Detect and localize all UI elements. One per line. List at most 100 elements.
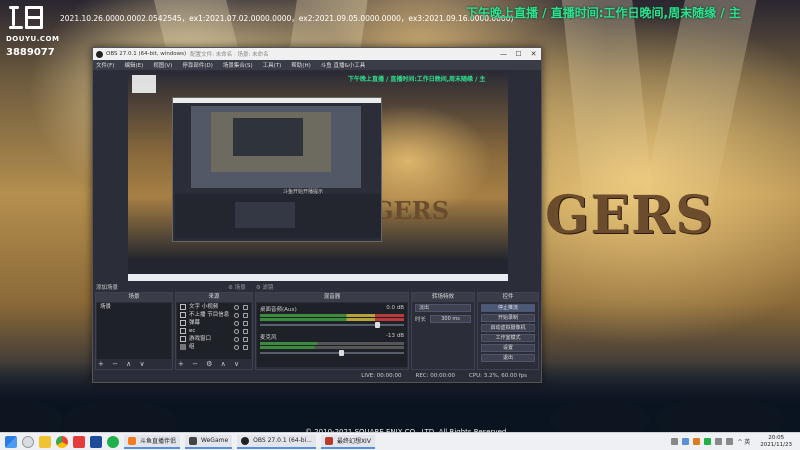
cpu-fps: CPU: 3.2%, 60.00 fps bbox=[468, 373, 527, 379]
room-id: 3889077 bbox=[6, 47, 55, 58]
obs-titlebar[interactable]: OBS 27.0.1 (64-bit, windows) 配置文件: 未命名 ·… bbox=[93, 48, 541, 60]
studio-mode-button[interactable]: 工作室模式 bbox=[481, 334, 535, 342]
text-source-icon bbox=[180, 320, 186, 326]
source-item[interactable]: 文字 小视频 bbox=[177, 303, 251, 311]
controls-dock-title: 控件 bbox=[478, 293, 538, 302]
mixer-channel-level: 0.0 dB bbox=[386, 305, 404, 311]
nested-obs-window: 斗鱼开始开播提示 bbox=[172, 97, 382, 242]
virtual-camera-button[interactable]: 启动虚拟摄像机 bbox=[481, 324, 535, 332]
visibility-eye-icon[interactable] bbox=[234, 312, 239, 318]
rec-timer: REC: 00:00:00 bbox=[415, 373, 455, 379]
lock-icon[interactable] bbox=[243, 336, 248, 342]
source-item[interactable]: ec bbox=[177, 327, 251, 335]
live-timer: LIVE: 00:00:00 bbox=[361, 373, 402, 379]
tray-icon[interactable] bbox=[671, 438, 679, 445]
wechat-icon[interactable] bbox=[107, 435, 119, 448]
network-icon[interactable] bbox=[715, 438, 723, 445]
preview-inner-caption: 斗鱼开始开播提示 bbox=[283, 189, 324, 195]
close-button[interactable]: ✕ bbox=[526, 50, 541, 58]
source-item[interactable]: 弹幕 bbox=[177, 319, 251, 327]
visibility-eye-icon[interactable] bbox=[234, 320, 239, 326]
start-icon[interactable] bbox=[5, 435, 17, 448]
obs-preview-canvas[interactable]: 下午晚上直播 / 直播时间:工作日晚间,周末随缘 / 主 GERS 斗鱼开始开播… bbox=[128, 71, 508, 281]
source-item[interactable]: 游戏窗口 bbox=[177, 335, 251, 343]
lock-icon[interactable] bbox=[243, 328, 248, 334]
tray-icon[interactable] bbox=[693, 438, 701, 445]
nested-douyu-logo bbox=[132, 75, 156, 93]
stop-streaming-button[interactable]: 停止推流 bbox=[481, 304, 535, 312]
search-icon[interactable] bbox=[22, 435, 34, 448]
sources-dock-controls[interactable]: + − ⚙ ∧ ∨ bbox=[178, 360, 242, 368]
scene-toolbar-label: 添加场景 bbox=[96, 284, 119, 291]
mixer-channel: 麦克风 -13 dB bbox=[257, 331, 407, 359]
tray-icon[interactable] bbox=[704, 438, 712, 445]
mixer-dock-title: 混音器 bbox=[256, 293, 408, 302]
douyu-brand: DOUYU.COM bbox=[6, 35, 60, 43]
obs-app-icon bbox=[241, 436, 250, 445]
menu-help[interactable]: 帮助(H) bbox=[291, 61, 310, 69]
source-item[interactable]: 不上播 节目信息 bbox=[177, 311, 251, 319]
source-item[interactable]: 组 bbox=[177, 343, 251, 351]
scene-properties-button[interactable]: ⚙ 场景 bbox=[228, 283, 246, 291]
clock[interactable]: 20:05 2021/11/23 bbox=[760, 435, 792, 449]
version-info-line: 2021.10.26.0000.0002.0542545，ex1:2021.07… bbox=[60, 14, 514, 23]
controls-dock: 控件 停止推流 开始录制 启动虚拟摄像机 工作室模式 设置 退出 bbox=[477, 292, 539, 370]
obs-title-text: OBS 27.0.1 (64-bit, windows) bbox=[106, 51, 187, 57]
folder-icon[interactable] bbox=[39, 435, 51, 448]
app-icon[interactable] bbox=[90, 435, 102, 448]
text-source-icon bbox=[180, 312, 186, 318]
mixer-channel: 桌面音频(Aux) 0.0 dB bbox=[257, 303, 407, 331]
obs-menubar: 文件(F) 编辑(E) 视图(V) 停靠部件(D) 场景集合(S) 工具(T) … bbox=[93, 60, 541, 70]
menu-edit[interactable]: 编辑(E) bbox=[124, 61, 143, 69]
tray-icon[interactable] bbox=[682, 438, 690, 445]
menu-tools[interactable]: 工具(T) bbox=[263, 61, 282, 69]
lock-icon[interactable] bbox=[243, 304, 248, 310]
nested-taskbar bbox=[128, 274, 508, 281]
scenes-dock-controls[interactable]: + − ∧ ∨ bbox=[98, 360, 148, 368]
douyu-app-icon bbox=[128, 436, 136, 445]
menu-scene-collection[interactable]: 场景集合(S) bbox=[223, 61, 253, 69]
transition-duration-label: 时长 bbox=[415, 317, 427, 323]
visibility-eye-icon[interactable] bbox=[234, 344, 239, 350]
input-method[interactable]: ^ 英 bbox=[737, 437, 750, 446]
preview-logo-text: GERS bbox=[373, 196, 450, 225]
maximize-button[interactable]: ☐ bbox=[511, 50, 526, 58]
scene-filters-button[interactable]: ⚙ 滤镜 bbox=[256, 283, 274, 291]
settings-button[interactable]: 设置 bbox=[481, 344, 535, 352]
transition-select[interactable]: 淡出 bbox=[415, 304, 471, 312]
task-ffxiv[interactable]: 最终幻想XIV bbox=[320, 434, 375, 449]
visibility-eye-icon[interactable] bbox=[234, 328, 239, 334]
transitions-dock-title: 转场特效 bbox=[412, 293, 474, 302]
transition-duration-input[interactable]: 300 ms bbox=[430, 315, 471, 323]
lock-icon[interactable] bbox=[243, 344, 248, 350]
lock-icon[interactable] bbox=[243, 320, 248, 326]
menu-view[interactable]: 视图(V) bbox=[153, 61, 172, 69]
app-icon[interactable] bbox=[73, 435, 85, 448]
scenes-dock: 场景 场景 + − ∧ ∨ bbox=[95, 292, 173, 370]
scene-item[interactable]: 场景 bbox=[97, 303, 171, 311]
audio-meter bbox=[260, 318, 404, 321]
transitions-dock: 转场特效 淡出 时长 300 ms bbox=[411, 292, 475, 370]
volume-slider[interactable] bbox=[260, 322, 404, 328]
task-wegame[interactable]: WeGame bbox=[185, 434, 233, 449]
visibility-eye-icon[interactable] bbox=[234, 304, 239, 310]
douyu-overlay: DOUYU.COM 3889077 bbox=[6, 4, 60, 58]
chrome-icon[interactable] bbox=[56, 435, 68, 448]
clock-date: 2021/11/23 bbox=[760, 441, 792, 448]
visibility-eye-icon[interactable] bbox=[234, 336, 239, 342]
start-recording-button[interactable]: 开始录制 bbox=[481, 314, 535, 322]
menu-docks[interactable]: 停靠部件(D) bbox=[182, 61, 213, 69]
exit-button[interactable]: 退出 bbox=[481, 354, 535, 362]
audio-meter bbox=[260, 346, 404, 349]
menu-douyu[interactable]: 斗鱼 直播&小工具 bbox=[321, 61, 366, 69]
task-douyu[interactable]: 斗鱼直播伴侣 bbox=[124, 434, 181, 449]
lock-icon[interactable] bbox=[243, 312, 248, 318]
menu-file[interactable]: 文件(F) bbox=[96, 61, 114, 69]
task-obs[interactable]: OBS 27.0.1 (64-bi... bbox=[237, 434, 316, 449]
minimize-button[interactable]: — bbox=[496, 50, 511, 58]
volume-slider[interactable] bbox=[260, 350, 404, 356]
volume-icon[interactable] bbox=[726, 438, 734, 445]
obs-statusbar: LIVE: 00:00:00 REC: 00:00:00 CPU: 3.2%, … bbox=[93, 370, 541, 382]
obs-window: OBS 27.0.1 (64-bit, windows) 配置文件: 未命名 ·… bbox=[92, 47, 542, 383]
stream-ticker: 下午晚上直播 / 直播时间:工作日晚间,周末随缘 / 主 bbox=[466, 6, 741, 20]
